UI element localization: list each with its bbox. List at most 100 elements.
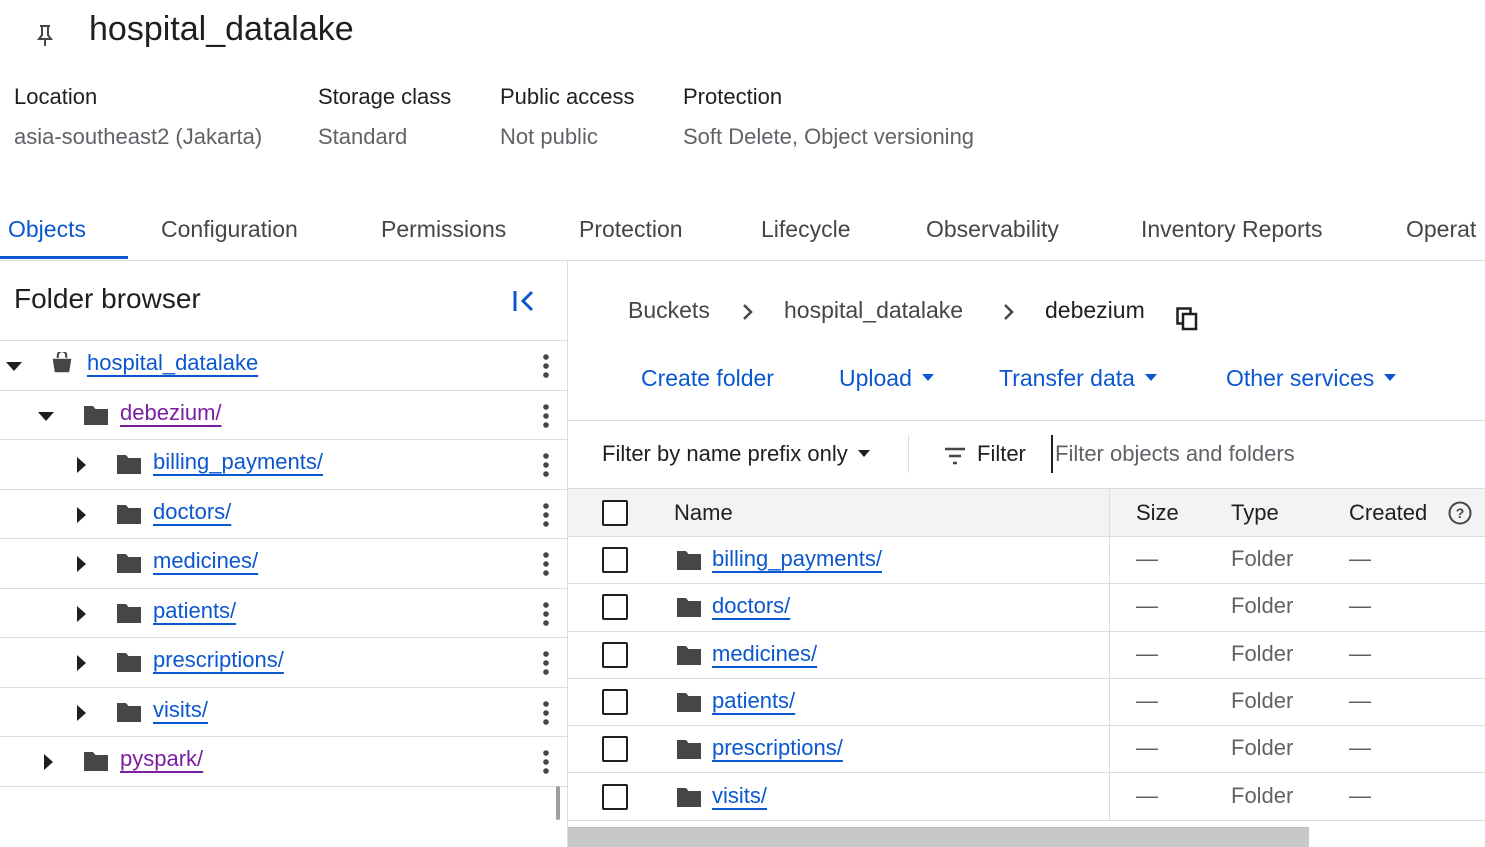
folder-icon (117, 455, 141, 474)
chevron-right-icon[interactable] (74, 605, 90, 622)
chevron-down-icon[interactable] (6, 358, 22, 374)
chevron-right-icon[interactable] (74, 457, 90, 473)
more-vert-icon[interactable] (536, 403, 556, 429)
tree-item-prescriptions[interactable]: prescriptions/ (0, 638, 568, 688)
meta-label: Public access (500, 84, 635, 109)
tab-observability[interactable]: Observability (926, 200, 1059, 260)
tree-item-debezium[interactable]: debezium/ (0, 391, 568, 440)
table-row[interactable]: doctors/ — Folder — (568, 584, 1485, 632)
row-created: — (1349, 782, 1371, 808)
tab-protection[interactable]: Protection (579, 200, 683, 260)
more-vert-icon[interactable] (536, 353, 556, 379)
meta-value: Standard (318, 124, 408, 149)
folder-icon (677, 645, 701, 665)
tree-item-visits[interactable]: visits/ (0, 688, 568, 737)
row-checkbox[interactable] (602, 783, 628, 810)
folder-icon (677, 551, 701, 570)
other-services-button[interactable]: Other services (1226, 365, 1397, 392)
column-header-name[interactable]: Name (674, 500, 733, 526)
tab-objects[interactable]: Objects (8, 200, 86, 260)
create-folder-button[interactable]: Create folder (641, 365, 774, 392)
breadcrumb-bucket[interactable]: hospital_datalake (784, 297, 963, 324)
row-size: — (1136, 546, 1158, 571)
row-size: — (1136, 640, 1158, 666)
breadcrumb-buckets[interactable]: Buckets (628, 297, 710, 324)
tree-label[interactable]: doctors/ (153, 499, 231, 525)
row-type: Folder (1231, 546, 1294, 571)
row-name-link[interactable]: prescriptions/ (712, 735, 843, 761)
row-type: Folder (1231, 735, 1294, 761)
help-icon[interactable]: ? (1448, 501, 1472, 525)
row-checkbox[interactable] (602, 688, 628, 715)
tree-item-pyspark[interactable]: pyspark/ (0, 737, 568, 787)
copy-icon[interactable] (1176, 307, 1198, 331)
divider (908, 435, 909, 473)
column-header-type[interactable]: Type (1231, 500, 1279, 526)
more-vert-icon[interactable] (536, 601, 556, 627)
filter-icon (945, 447, 965, 465)
more-vert-icon[interactable] (536, 551, 556, 577)
pin-icon[interactable] (34, 22, 56, 48)
chevron-right-icon[interactable] (74, 655, 90, 671)
table-row[interactable]: medicines/ — Folder — (568, 632, 1485, 679)
row-type: Folder (1231, 593, 1294, 619)
tree-item-hospital-datalake[interactable]: hospital_datalake (0, 341, 568, 391)
more-vert-icon[interactable] (536, 700, 556, 726)
row-name-link[interactable]: medicines/ (712, 641, 817, 667)
chevron-right-icon[interactable] (74, 704, 90, 721)
chevron-right-icon[interactable] (41, 754, 57, 770)
row-checkbox[interactable] (602, 641, 628, 668)
tab-permissions[interactable]: Permissions (381, 200, 506, 260)
upload-button[interactable]: Upload (839, 365, 934, 392)
tree-label[interactable]: pyspark/ (120, 746, 203, 772)
table-row[interactable]: patients/ — Folder — (568, 679, 1485, 727)
row-name-link[interactable]: billing_payments/ (712, 546, 882, 572)
chevron-right-icon[interactable] (74, 556, 90, 572)
more-vert-icon[interactable] (536, 749, 556, 775)
row-checkbox[interactable] (602, 547, 628, 573)
table-row[interactable]: visits/ — Folder — (568, 774, 1485, 821)
meta-location: Location asia-southeast2 (Jakarta) (14, 84, 262, 150)
more-vert-icon[interactable] (536, 452, 556, 478)
row-name-link[interactable]: patients/ (712, 688, 795, 714)
tree-label[interactable]: medicines/ (153, 548, 258, 574)
folder-icon (117, 702, 141, 722)
tree-item-patients[interactable]: patients/ (0, 589, 568, 638)
tree-label[interactable]: billing_payments/ (153, 449, 323, 475)
filter-mode-dropdown[interactable]: Filter by name prefix only (602, 441, 870, 467)
table-row[interactable]: billing_payments/ — Folder — (568, 537, 1485, 585)
row-created: — (1349, 640, 1371, 666)
tab-lifecycle[interactable]: Lifecycle (761, 200, 850, 260)
transfer-data-label: Transfer data (999, 365, 1135, 391)
chevron-right-icon[interactable] (74, 506, 90, 523)
tab-operations[interactable]: Operat (1406, 200, 1476, 260)
column-header-created[interactable]: Created (1349, 500, 1427, 526)
tree-label[interactable]: prescriptions/ (153, 647, 284, 673)
table-row[interactable]: prescriptions/ — Folder — (568, 726, 1485, 774)
tree-label[interactable]: debezium/ (120, 400, 222, 426)
more-vert-icon[interactable] (536, 650, 556, 676)
folder-icon (84, 405, 108, 425)
row-name-link[interactable]: visits/ (712, 783, 767, 809)
collapse-panel-icon[interactable] (510, 287, 538, 315)
tree-item-billing-payments[interactable]: billing_payments/ (0, 440, 568, 490)
column-header-size[interactable]: Size (1136, 500, 1179, 526)
tree-item-medicines[interactable]: medicines/ (0, 539, 568, 589)
tree-label[interactable]: hospital_datalake (87, 350, 258, 376)
horizontal-scrollbar[interactable] (568, 827, 1309, 847)
tab-inventory-reports[interactable]: Inventory Reports (1141, 200, 1323, 260)
tree-item-doctors[interactable]: doctors/ (0, 490, 568, 539)
tab-configuration[interactable]: Configuration (161, 200, 298, 260)
row-checkbox[interactable] (602, 594, 628, 621)
other-services-label: Other services (1226, 365, 1375, 391)
select-all-checkbox[interactable] (602, 500, 628, 526)
tree-label[interactable]: visits/ (153, 697, 208, 723)
filter-input[interactable] (1051, 435, 1471, 473)
scrollbar-thumb[interactable] (556, 786, 560, 820)
row-checkbox[interactable] (602, 736, 628, 763)
transfer-data-button[interactable]: Transfer data (999, 365, 1157, 392)
chevron-down-icon[interactable] (38, 408, 54, 424)
more-vert-icon[interactable] (536, 502, 556, 528)
row-name-link[interactable]: doctors/ (712, 593, 790, 619)
tree-label[interactable]: patients/ (153, 598, 236, 624)
